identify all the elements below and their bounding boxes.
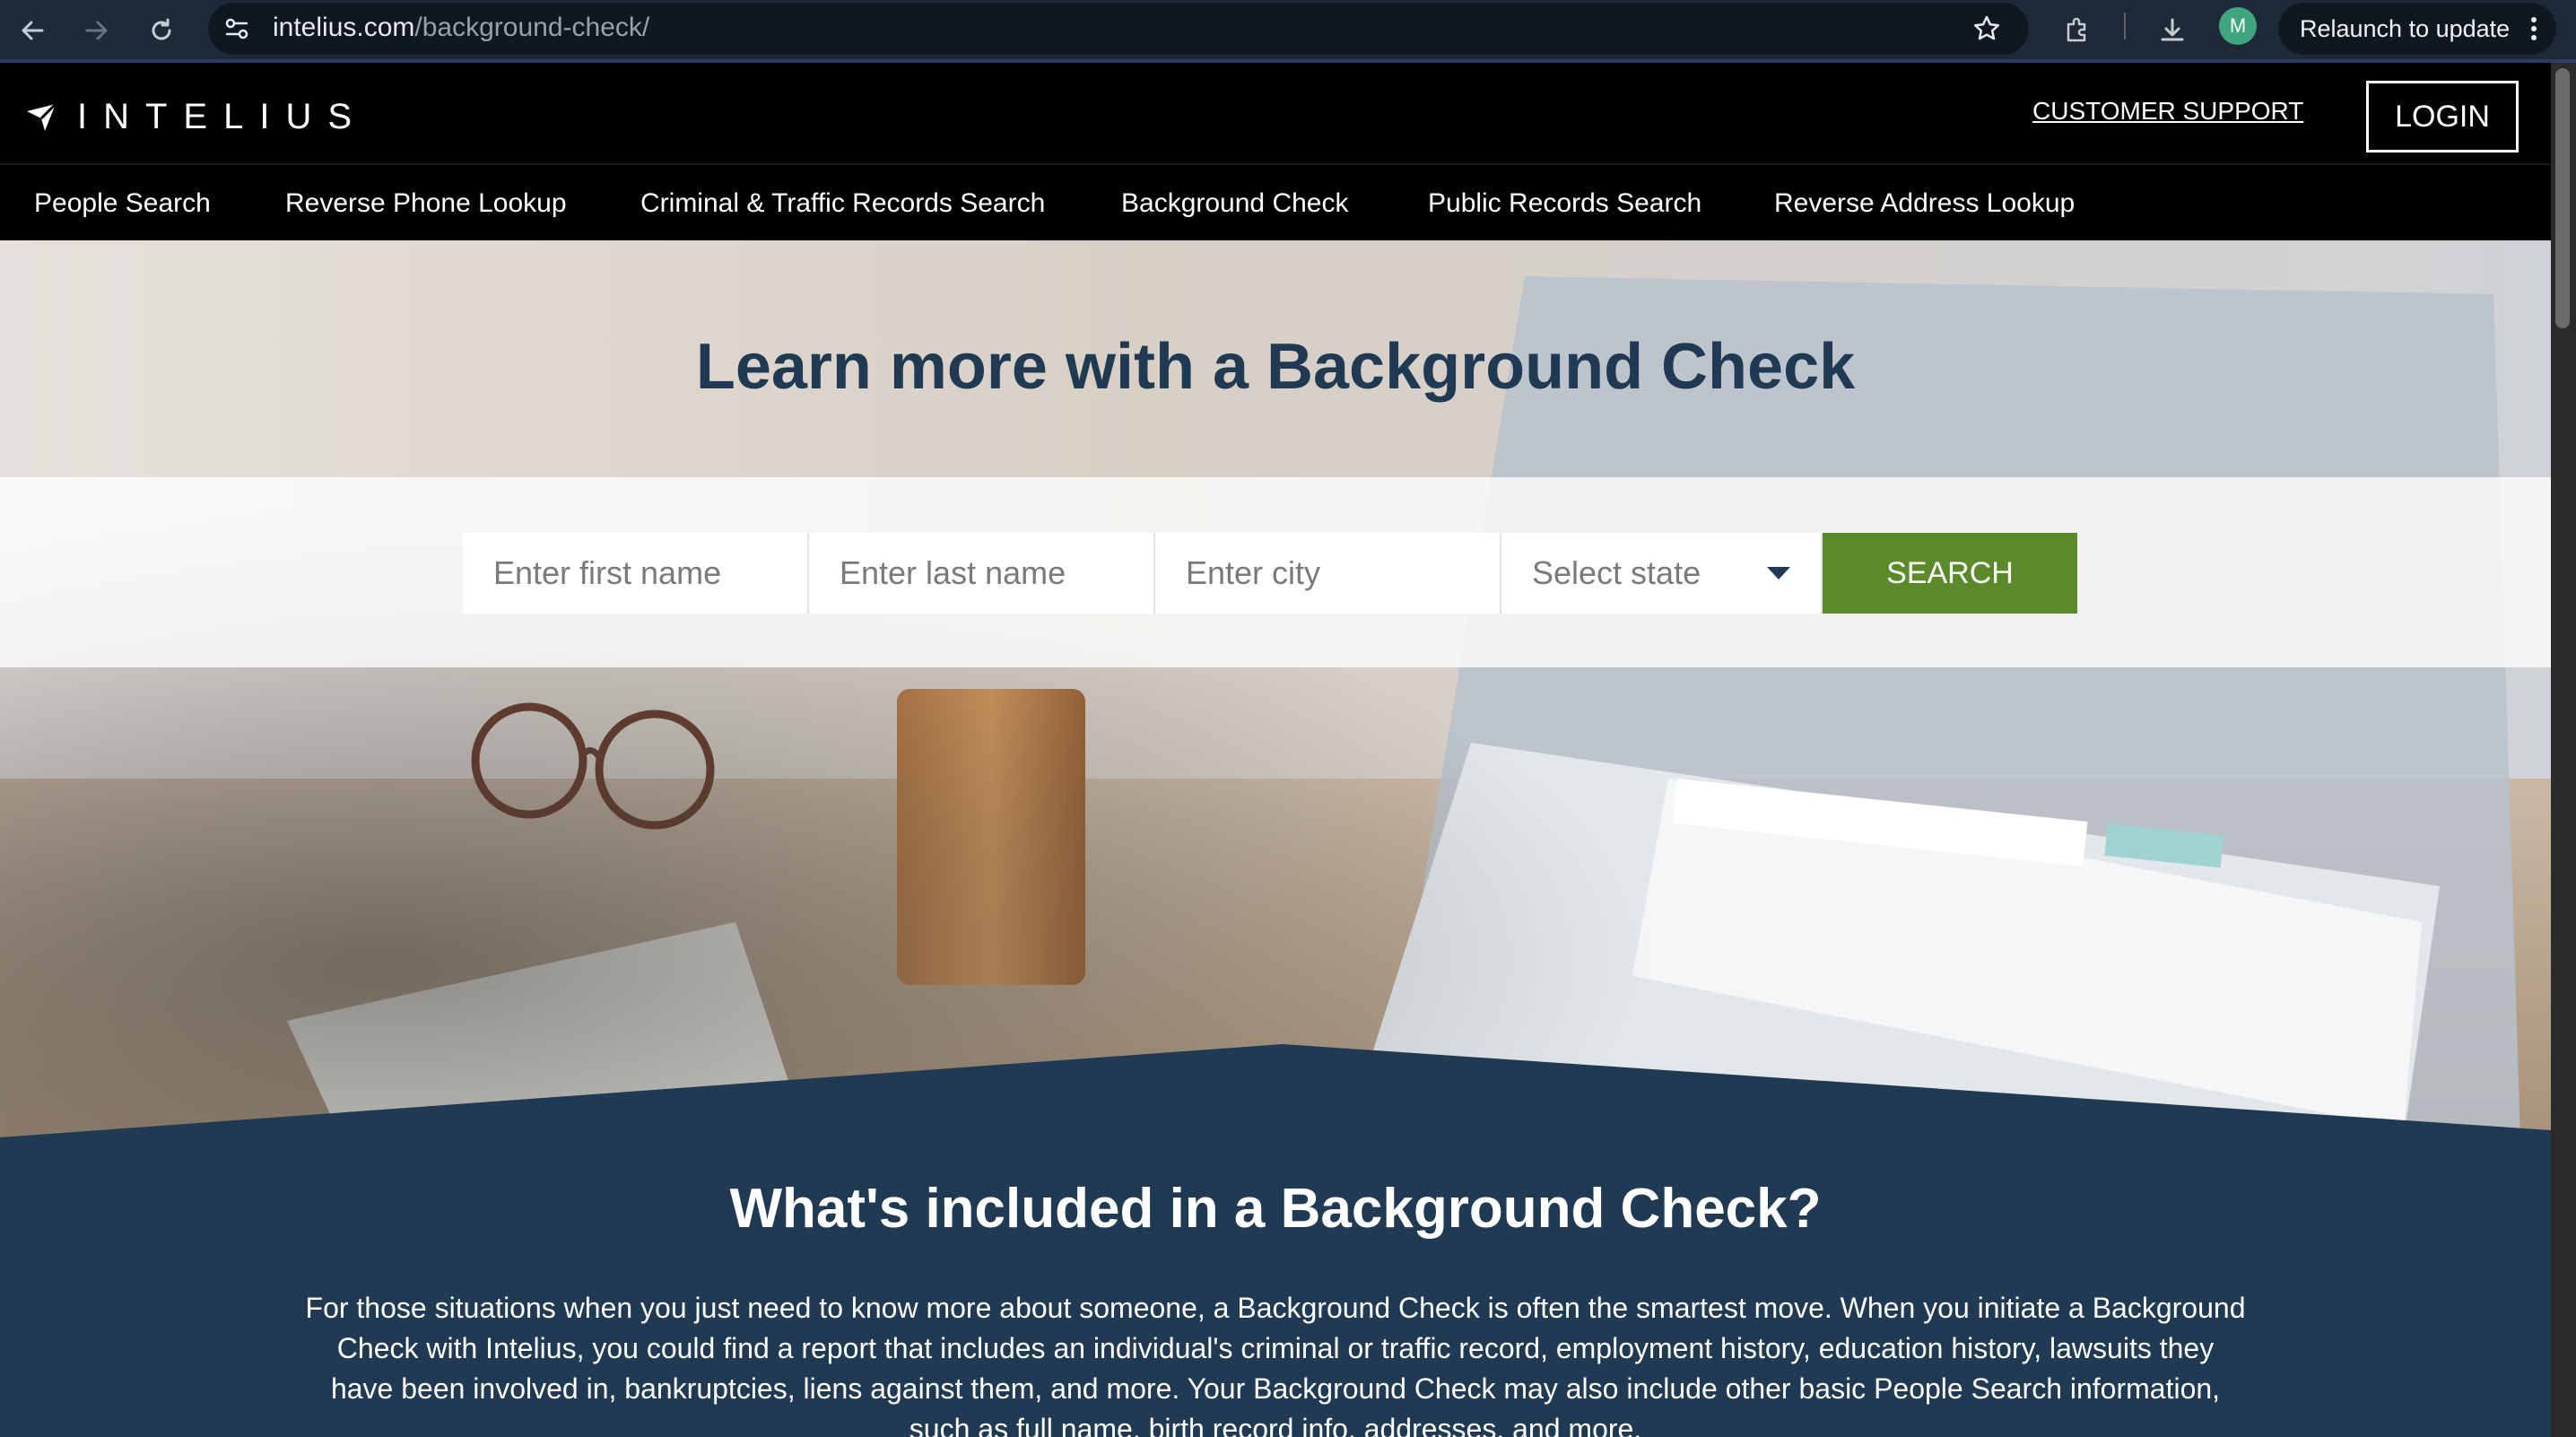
info-title: What's included in a Background Check? [729,1178,1822,1240]
forward-arrow-icon[interactable] [74,7,120,54]
site-info-icon[interactable] [222,14,251,47]
nav-background-check[interactable]: Background Check [1121,188,1348,219]
city-input[interactable]: Enter city [1155,533,1501,614]
customer-support-link[interactable]: CUSTOMER SUPPORT [2032,97,2303,126]
nav-reverse-address-lookup[interactable]: Reverse Address Lookup [1774,188,2075,219]
toolbar-separator [2124,13,2126,39]
main-nav: People Search Reverse Phone Lookup Crimi… [0,163,2551,240]
back-arrow-icon[interactable] [9,7,56,54]
url-domain: intelius.com [273,13,415,42]
browser-toolbar: intelius.com/background-check/ M Relaunc… [0,0,2576,63]
intelius-logo[interactable]: INTELIUS [25,97,368,137]
search-button[interactable]: SEARCH [1823,533,2077,614]
url-text: intelius.com/background-check/ [273,13,649,43]
url-path: /background-check/ [414,13,650,42]
extensions-icon[interactable] [2054,7,2101,54]
nav-criminal-traffic-records[interactable]: Criminal & Traffic Records Search [640,188,1045,219]
intelius-logo-icon [27,102,57,131]
login-button[interactable]: LOGIN [2366,81,2519,152]
info-section: What's included in a Background Check? F… [0,1041,2551,1437]
nav-reverse-phone-lookup[interactable]: Reverse Phone Lookup [285,188,567,219]
nav-public-records-search[interactable]: Public Records Search [1428,188,1701,219]
last-name-input[interactable]: Enter last name [809,533,1155,614]
first-name-input[interactable]: Enter first name [463,533,809,614]
profile-avatar[interactable]: M [2219,7,2257,45]
relaunch-label: Relaunch to update [2300,14,2511,42]
info-body: For those situations when you just need … [305,1292,2246,1437]
hero-section: Learn more with a Background Check Enter… [0,240,2551,1137]
relaunch-button[interactable]: Relaunch to update [2278,3,2556,55]
scrollbar-thumb[interactable] [2555,68,2570,328]
site-header: INTELIUS CUSTOMER SUPPORT LOGIN [0,63,2551,163]
hero-title: Learn more with a Background Check [695,331,1856,403]
logo-text: INTELIUS [77,97,369,136]
dropdown-caret-icon [1767,567,1790,579]
nav-people-search[interactable]: People Search [34,188,211,219]
reload-icon[interactable] [138,7,185,54]
state-select[interactable]: Select state [1501,533,1823,614]
more-menu-icon[interactable] [2529,15,2538,48]
state-select-value: Select state [1532,554,1701,591]
download-icon[interactable] [2149,7,2196,54]
address-bar[interactable]: intelius.com/background-check/ [208,3,2029,55]
bookmark-star-icon[interactable] [1971,13,2002,48]
